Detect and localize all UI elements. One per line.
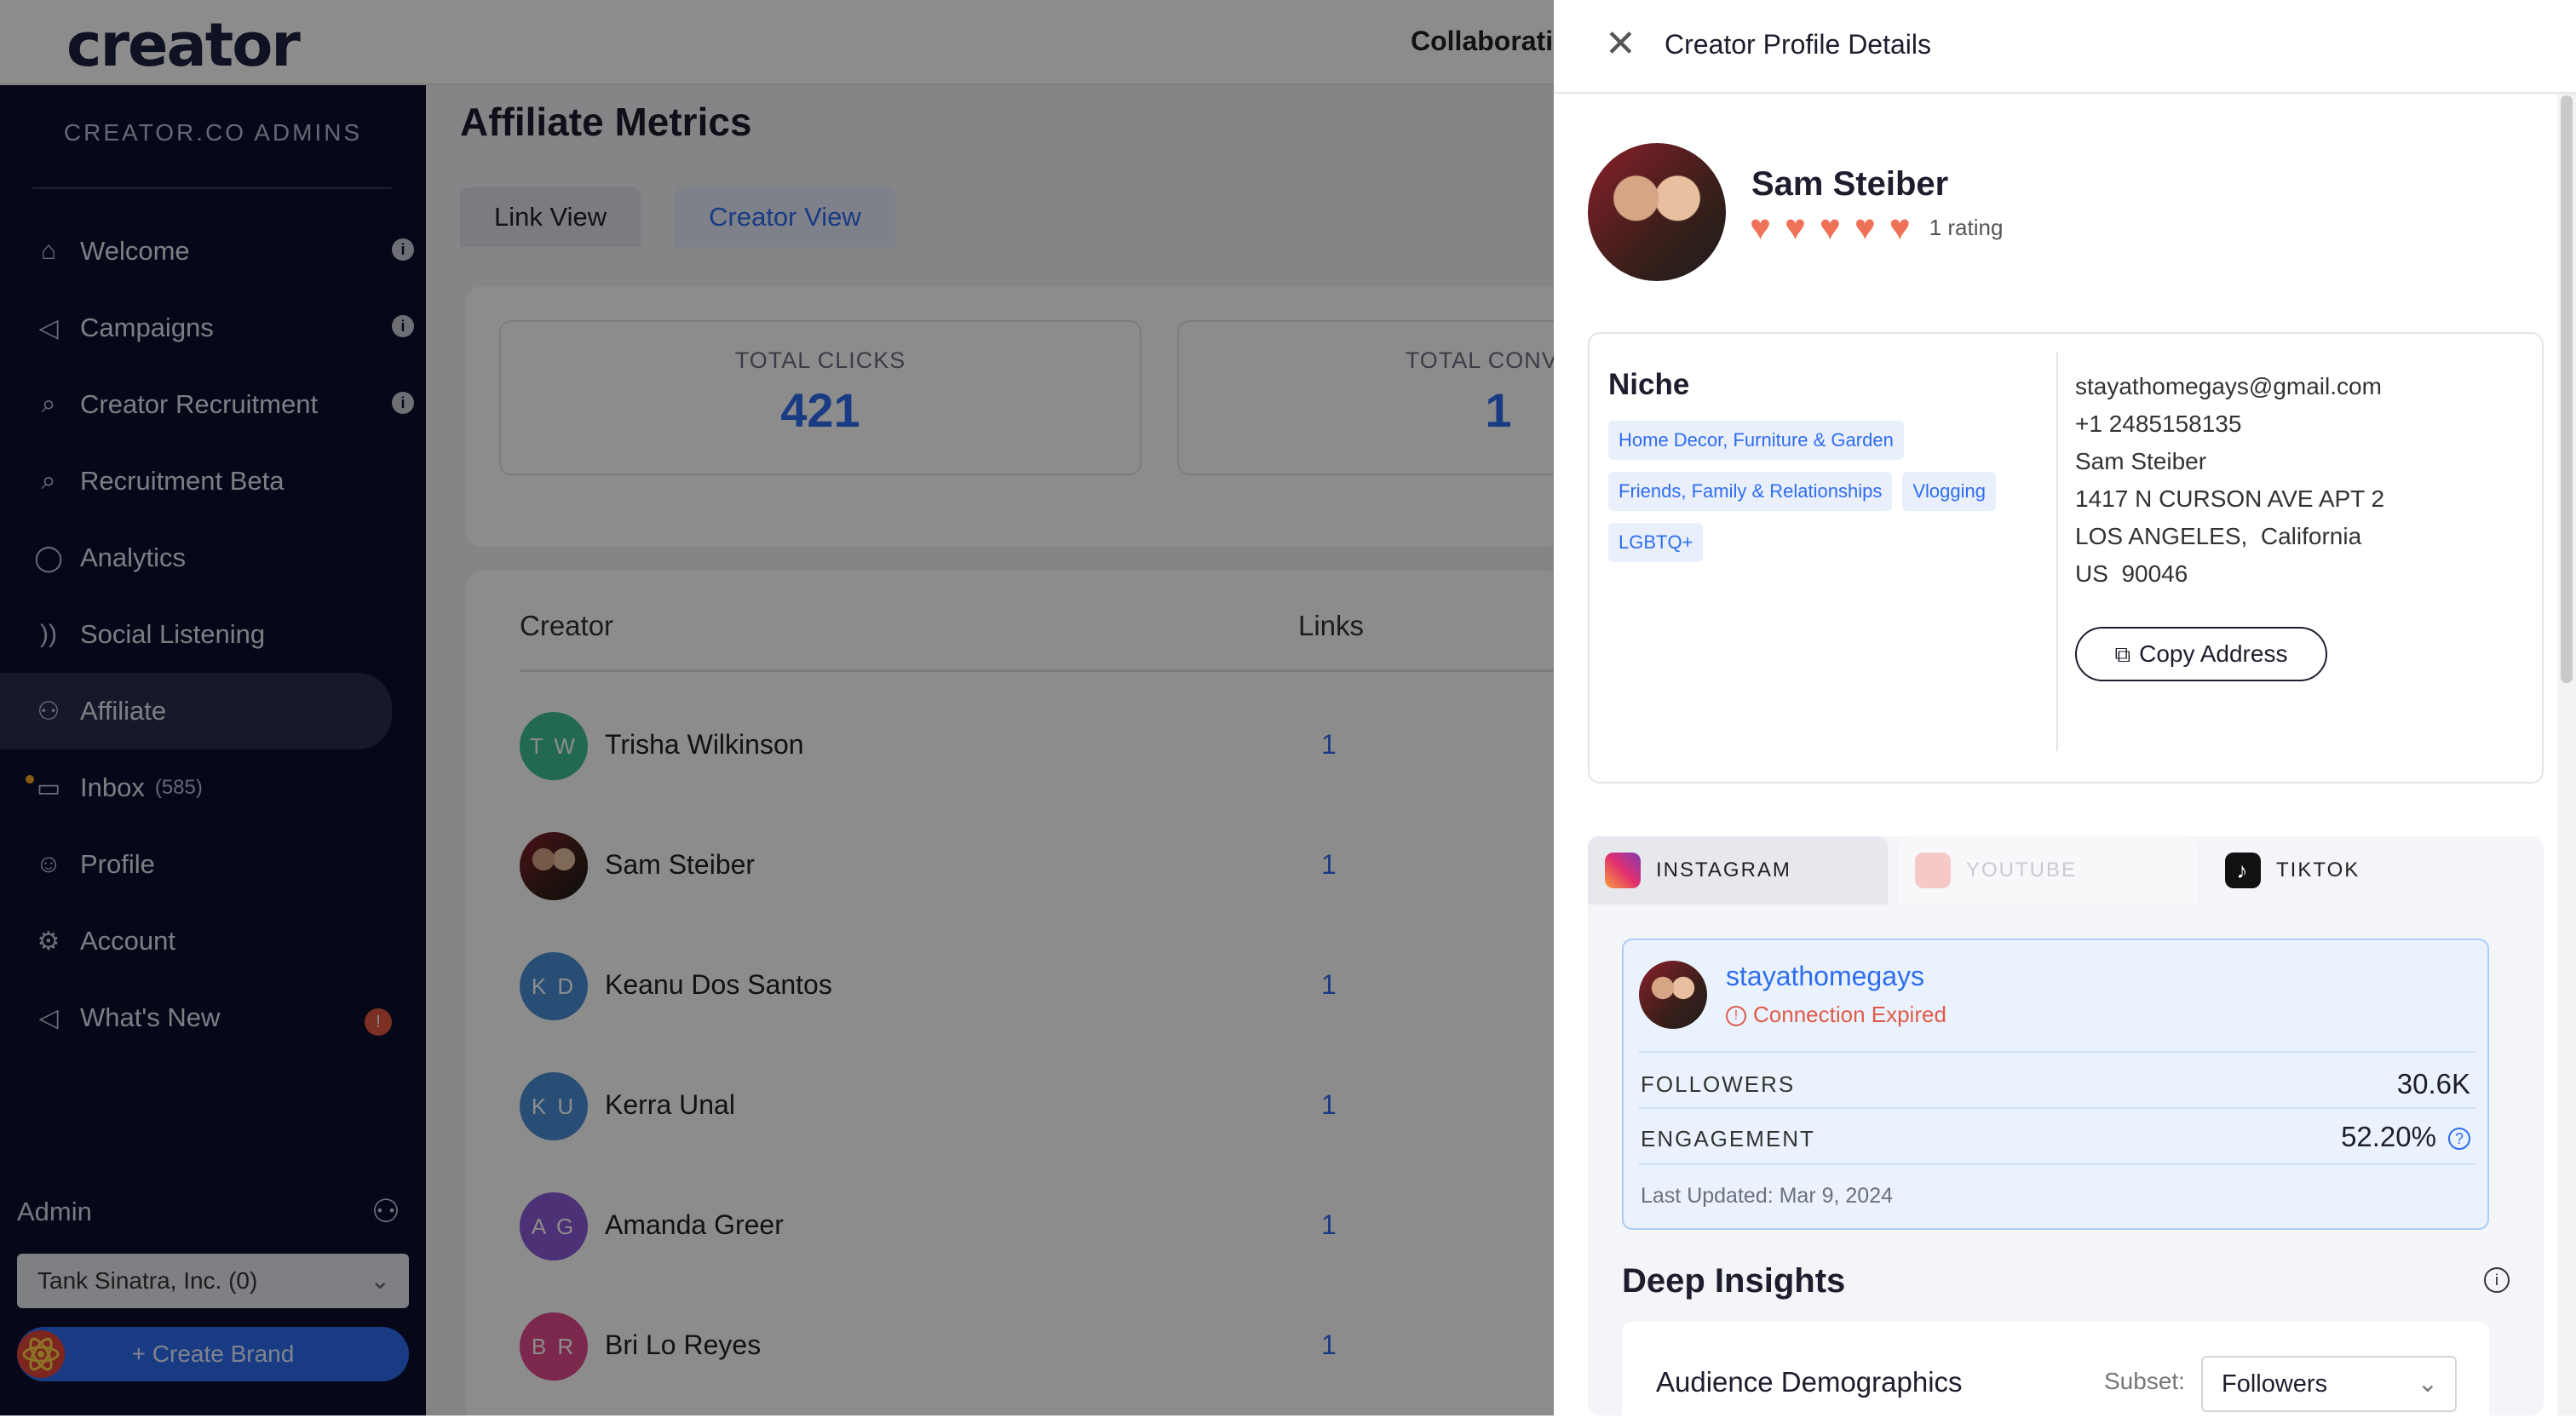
- copy-icon: ⧉: [2114, 641, 2131, 667]
- divider: [1639, 1051, 2475, 1053]
- rating-count-text: 1 rating: [1929, 214, 2004, 240]
- instagram-icon: [1605, 853, 1641, 888]
- engagement-value-row: 52.20%?: [2341, 1121, 2470, 1153]
- tab-label: INSTAGRAM: [1656, 858, 1791, 881]
- divider: [1639, 1107, 2475, 1109]
- heart-icon: ♥: [1819, 207, 1841, 247]
- engagement-label: ENGAGEMENT: [1641, 1126, 1815, 1151]
- followers-value: 30.6K: [2396, 1068, 2470, 1100]
- demographics-title: Audience Demographics: [1656, 1366, 1963, 1398]
- chevron-down-icon: ⌄: [2417, 1370, 2438, 1398]
- niche-chips: Home Decor, Furniture & Garden Friends, …: [1608, 421, 2017, 562]
- creator-profile-panel: ✕ Creator Profile Details Sam Steiber ♥ ♥…: [1554, 0, 2576, 1424]
- niche-chip: Vlogging: [1902, 472, 1996, 511]
- help-icon[interactable]: ?: [2448, 1128, 2470, 1151]
- youtube-icon: [1915, 853, 1951, 888]
- niche-chip: Friends, Family & Relationships: [1608, 472, 1893, 511]
- creator-info-card: Niche Home Decor, Furniture & Garden Fri…: [1588, 332, 2544, 784]
- subset-label: Subset:: [2104, 1368, 2185, 1394]
- rating-hearts: ♥ ♥ ♥ ♥ ♥ 1 rating: [1750, 210, 2003, 245]
- panel-title: Creator Profile Details: [1665, 29, 1931, 60]
- creator-name: Sam Steiber: [1751, 165, 1949, 203]
- subset-select[interactable]: Followers ⌄: [2201, 1356, 2457, 1412]
- heart-icon: ♥: [1784, 207, 1806, 247]
- contact-details: stayathomegays@gmail.com +1 2485158135 S…: [2075, 368, 2384, 593]
- audience-demographics-card: Audience Demographics Subset: Followers …: [1622, 1322, 2489, 1424]
- account-handle-link[interactable]: stayathomegays: [1726, 961, 1924, 992]
- creator-avatar: [1588, 143, 1726, 281]
- contact-name: Sam Steiber: [2075, 448, 2207, 474]
- info-icon[interactable]: i: [2484, 1267, 2510, 1293]
- heart-icon: ♥: [1854, 207, 1876, 247]
- deep-insights-title: Deep Insights: [1622, 1262, 1846, 1300]
- close-icon[interactable]: ✕: [1605, 26, 1636, 63]
- social-tabs: INSTAGRAM YOUTUBE ♪ TIKTOK: [1588, 836, 2544, 904]
- social-section: INSTAGRAM YOUTUBE ♪ TIKTOK stayathomegay…: [1588, 836, 2544, 1424]
- panel-header: ✕ Creator Profile Details: [1554, 0, 2576, 94]
- tab-label: YOUTUBE: [1966, 858, 2078, 881]
- subset-select-value: Followers: [2222, 1370, 2328, 1398]
- contact-email: stayathomegays@gmail.com: [2075, 373, 2382, 399]
- niche-title: Niche: [1608, 368, 1690, 401]
- tab-youtube[interactable]: YOUTUBE: [1898, 836, 2198, 904]
- heart-icon: ♥: [1889, 207, 1911, 247]
- tab-instagram[interactable]: INSTAGRAM: [1588, 836, 1888, 904]
- tiktok-icon: ♪: [2225, 853, 2261, 888]
- niche-chip: LGBTQ+: [1608, 523, 1704, 562]
- heart-icon: ♥: [1750, 207, 1771, 247]
- contact-country-zip: US 90046: [2075, 560, 2188, 587]
- account-avatar: [1639, 961, 1707, 1029]
- copy-address-button[interactable]: ⧉ Copy Address: [2075, 627, 2327, 681]
- tab-tiktok[interactable]: ♪ TIKTOK: [2208, 836, 2508, 904]
- connection-status: ! Connection Expired: [1726, 1002, 1946, 1028]
- contact-address-line: 1417 N CURSON AVE APT 2: [2075, 485, 2385, 512]
- panel-scrollbar-thumb[interactable]: [2561, 95, 2573, 683]
- niche-chip: Home Decor, Furniture & Garden: [1608, 421, 1904, 460]
- app-root: creator Collaborati CREATOR.CO ADMINS ⌂ W…: [0, 0, 2576, 1424]
- divider: [1639, 1163, 2475, 1165]
- info-divider: [2056, 353, 2058, 751]
- connection-status-text: Connection Expired: [1753, 1002, 1946, 1027]
- copy-address-label: Copy Address: [2139, 640, 2288, 667]
- contact-city-state: LOS ANGELES, California: [2075, 523, 2362, 549]
- modal-backdrop[interactable]: [0, 0, 1554, 1415]
- engagement-value: 52.20%: [2341, 1121, 2436, 1152]
- last-updated: Last Updated: Mar 9, 2024: [1641, 1184, 1894, 1208]
- followers-label: FOLLOWERS: [1641, 1071, 1796, 1097]
- instagram-account-card: stayathomegays ! Connection Expired FOLLO…: [1622, 939, 2489, 1230]
- contact-phone: +1 2485158135: [2075, 411, 2242, 437]
- warning-icon: !: [1726, 1006, 1746, 1027]
- tab-label: TIKTOK: [2276, 858, 2360, 881]
